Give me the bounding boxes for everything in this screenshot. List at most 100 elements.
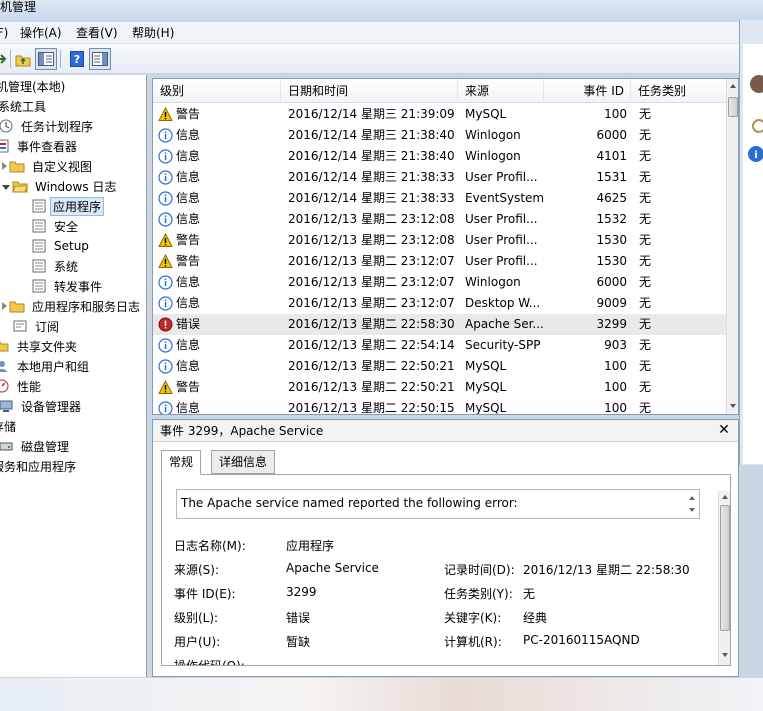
cell-source: MySQL — [465, 401, 507, 415]
table-row[interactable]: 信息 2016/12/13 星期二 22:50:15 MySQL 100 无 — [153, 398, 727, 415]
column-header-level[interactable]: 级别 — [153, 79, 281, 103]
tree-item-custom-views[interactable]: 自定义视图 — [2, 156, 96, 176]
tab-details[interactable]: 详细信息 — [211, 450, 276, 474]
menu-action[interactable]: 操作(A) — [20, 26, 62, 40]
logged-value: 2016/12/13 星期二 22:58:30 — [523, 563, 690, 577]
scroll-down-icon[interactable] — [722, 653, 728, 657]
tree-item-services-applications[interactable]: 服务和应用程序 — [0, 456, 80, 476]
cell-level: 信息 — [176, 149, 201, 163]
scroll-down-icon[interactable] — [730, 404, 736, 408]
table-row[interactable]: 信息 2016/12/14 星期三 21:38:33 EventSystem 4625… — [153, 188, 727, 209]
svg-text:i: i — [754, 150, 757, 161]
tree-item-application[interactable]: 应用程序 — [31, 196, 105, 216]
event-message-box[interactable]: The Apache service named reported the fo… — [176, 489, 700, 519]
cell-datetime: 2016/12/14 星期三 21:38:33 — [288, 191, 455, 205]
help-icon[interactable]: ? — [66, 48, 88, 70]
warning-icon — [158, 253, 173, 269]
user-label: 用户(U): — [174, 635, 221, 649]
navigation-tree: 机管理(本地) 系统工具 任务计划程序 事件查看器 自定义视图 Windows … — [0, 75, 147, 677]
table-row[interactable]: 信息 2016/12/13 星期二 23:12:08 User Profil... 1… — [153, 209, 727, 230]
cell-source: Winlogon — [465, 275, 521, 289]
tree-item-security[interactable]: 安全 — [31, 216, 82, 236]
scrollbar-thumb[interactable] — [720, 505, 730, 631]
detail-scrollbar[interactable] — [718, 491, 730, 665]
clock-icon — [0, 118, 14, 134]
table-row[interactable]: 信息 2016/12/14 星期三 21:38:40 Winlogon 6000 无 — [153, 125, 727, 146]
column-header-datetime[interactable]: 日期和时间 — [281, 79, 458, 103]
show-hide-tree-icon[interactable] — [35, 48, 57, 70]
table-row[interactable]: 错误 2016/12/13 星期二 22:58:30 Apache Ser... 32… — [153, 314, 727, 335]
cell-event-id: 4101 — [596, 149, 627, 163]
scroll-down-icon[interactable] — [689, 508, 695, 512]
column-header-event-id[interactable]: 事件 ID — [544, 79, 631, 103]
show-action-pane-icon[interactable] — [89, 48, 111, 70]
menu-help[interactable]: 帮助(H) — [132, 26, 174, 40]
table-row[interactable]: 警告 2016/12/13 星期二 23:12:07 User Profil... 1… — [153, 251, 727, 272]
tree-item-device-manager[interactable]: 设备管理器 — [0, 396, 85, 416]
tree-item-performance[interactable]: 性能 — [0, 376, 45, 396]
menu-view[interactable]: 查看(V) — [76, 26, 118, 40]
tab-general[interactable]: 常规 — [161, 450, 202, 475]
scroll-up-icon[interactable] — [730, 84, 736, 88]
tree-item-label: Windows 日志 — [35, 179, 117, 194]
cell-event-id: 9009 — [596, 296, 627, 310]
toolbar-separator — [10, 50, 11, 68]
event-id-value: 3299 — [286, 585, 317, 599]
close-icon[interactable]: ✕ — [716, 422, 732, 438]
event-list-scrollbar[interactable] — [726, 79, 738, 414]
column-header-task-category[interactable]: 任务类别 — [631, 79, 727, 103]
table-row[interactable]: 信息 2016/12/14 星期三 21:38:33 User Profil... 1… — [153, 167, 727, 188]
table-row[interactable]: 警告 2016/12/14 星期三 21:39:09 MySQL 100 无 — [153, 104, 727, 125]
cell-event-id: 1532 — [596, 212, 627, 226]
cell-task-category: 无 — [639, 254, 652, 268]
tree-item-storage[interactable]: 存储 — [0, 416, 20, 436]
cell-level: 信息 — [176, 212, 201, 226]
up-folder-icon[interactable] — [12, 48, 34, 70]
cell-event-id: 3299 — [596, 317, 627, 331]
scrollbar-thumb[interactable] — [728, 97, 738, 117]
cell-task-category: 无 — [639, 317, 652, 331]
info-icon — [158, 338, 173, 353]
error-icon — [158, 317, 173, 332]
tree-item-setup[interactable]: Setup — [31, 236, 93, 256]
tree-item-task-scheduler[interactable]: 任务计划程序 — [0, 116, 97, 136]
collapse-icon[interactable] — [2, 184, 10, 190]
table-row[interactable]: 警告 2016/12/13 星期二 23:12:08 User Profil... 1… — [153, 230, 727, 251]
table-row[interactable]: 信息 2016/12/13 星期二 22:50:21 MySQL 100 无 — [153, 356, 727, 377]
tree-item-system-tools[interactable]: 系统工具 — [0, 96, 50, 116]
cell-datetime: 2016/12/13 星期二 22:58:30 — [288, 317, 455, 331]
tree-item-windows-logs[interactable]: Windows 日志 — [2, 176, 120, 196]
event-list-header: 级别 日期和时间 来源 事件 ID 任务类别 — [153, 79, 727, 103]
scroll-up-icon[interactable] — [722, 495, 728, 499]
task-category-value: 无 — [523, 587, 536, 601]
log-icon — [31, 278, 47, 294]
cell-task-category: 无 — [639, 275, 652, 289]
scroll-up-icon[interactable] — [689, 496, 695, 500]
expand-icon[interactable] — [2, 162, 7, 170]
tree-item-local-users-groups[interactable]: 本地用户和组 — [0, 356, 93, 376]
toolbar-separator — [60, 50, 61, 68]
opcode-label: 操作代码(O): — [174, 659, 245, 666]
cell-event-id: 6000 — [596, 128, 627, 142]
cell-source: User Profil... — [465, 212, 538, 226]
expand-icon[interactable] — [2, 302, 7, 310]
table-row[interactable]: 信息 2016/12/13 星期二 22:54:14 Security-SPP 903… — [153, 335, 727, 356]
cell-task-category: 无 — [639, 359, 652, 373]
tree-item-shared-folders[interactable]: 共享文件夹 — [0, 336, 81, 356]
tree-item-forwarded-events[interactable]: 转发事件 — [31, 276, 106, 296]
tree-item-computer-management[interactable]: 机管理(本地) — [0, 76, 69, 96]
cell-event-id: 1530 — [596, 254, 627, 268]
table-row[interactable]: 信息 2016/12/14 星期三 21:38:40 Winlogon 4101 无 — [153, 146, 727, 167]
table-row[interactable]: 警告 2016/12/13 星期二 22:50:21 MySQL 100 无 — [153, 377, 727, 398]
menu-file[interactable]: 件(F) — [0, 26, 8, 40]
cell-event-id: 100 — [604, 401, 627, 415]
table-row[interactable]: 信息 2016/12/13 星期二 23:12:07 Winlogon 6000 无 — [153, 272, 727, 293]
tree-item-system[interactable]: 系统 — [31, 256, 82, 276]
table-row[interactable]: 信息 2016/12/13 星期二 23:12:07 Desktop W... 900… — [153, 293, 727, 314]
tree-item-app-service-logs[interactable]: 应用程序和服务日志 — [2, 296, 144, 316]
computer-value: PC-20160115AQND — [523, 633, 640, 647]
tree-item-event-viewer[interactable]: 事件查看器 — [0, 136, 81, 156]
tree-item-subscriptions[interactable]: 订阅 — [12, 316, 63, 336]
tree-item-disk-management[interactable]: 磁盘管理 — [0, 436, 73, 456]
column-header-source[interactable]: 来源 — [458, 79, 544, 103]
